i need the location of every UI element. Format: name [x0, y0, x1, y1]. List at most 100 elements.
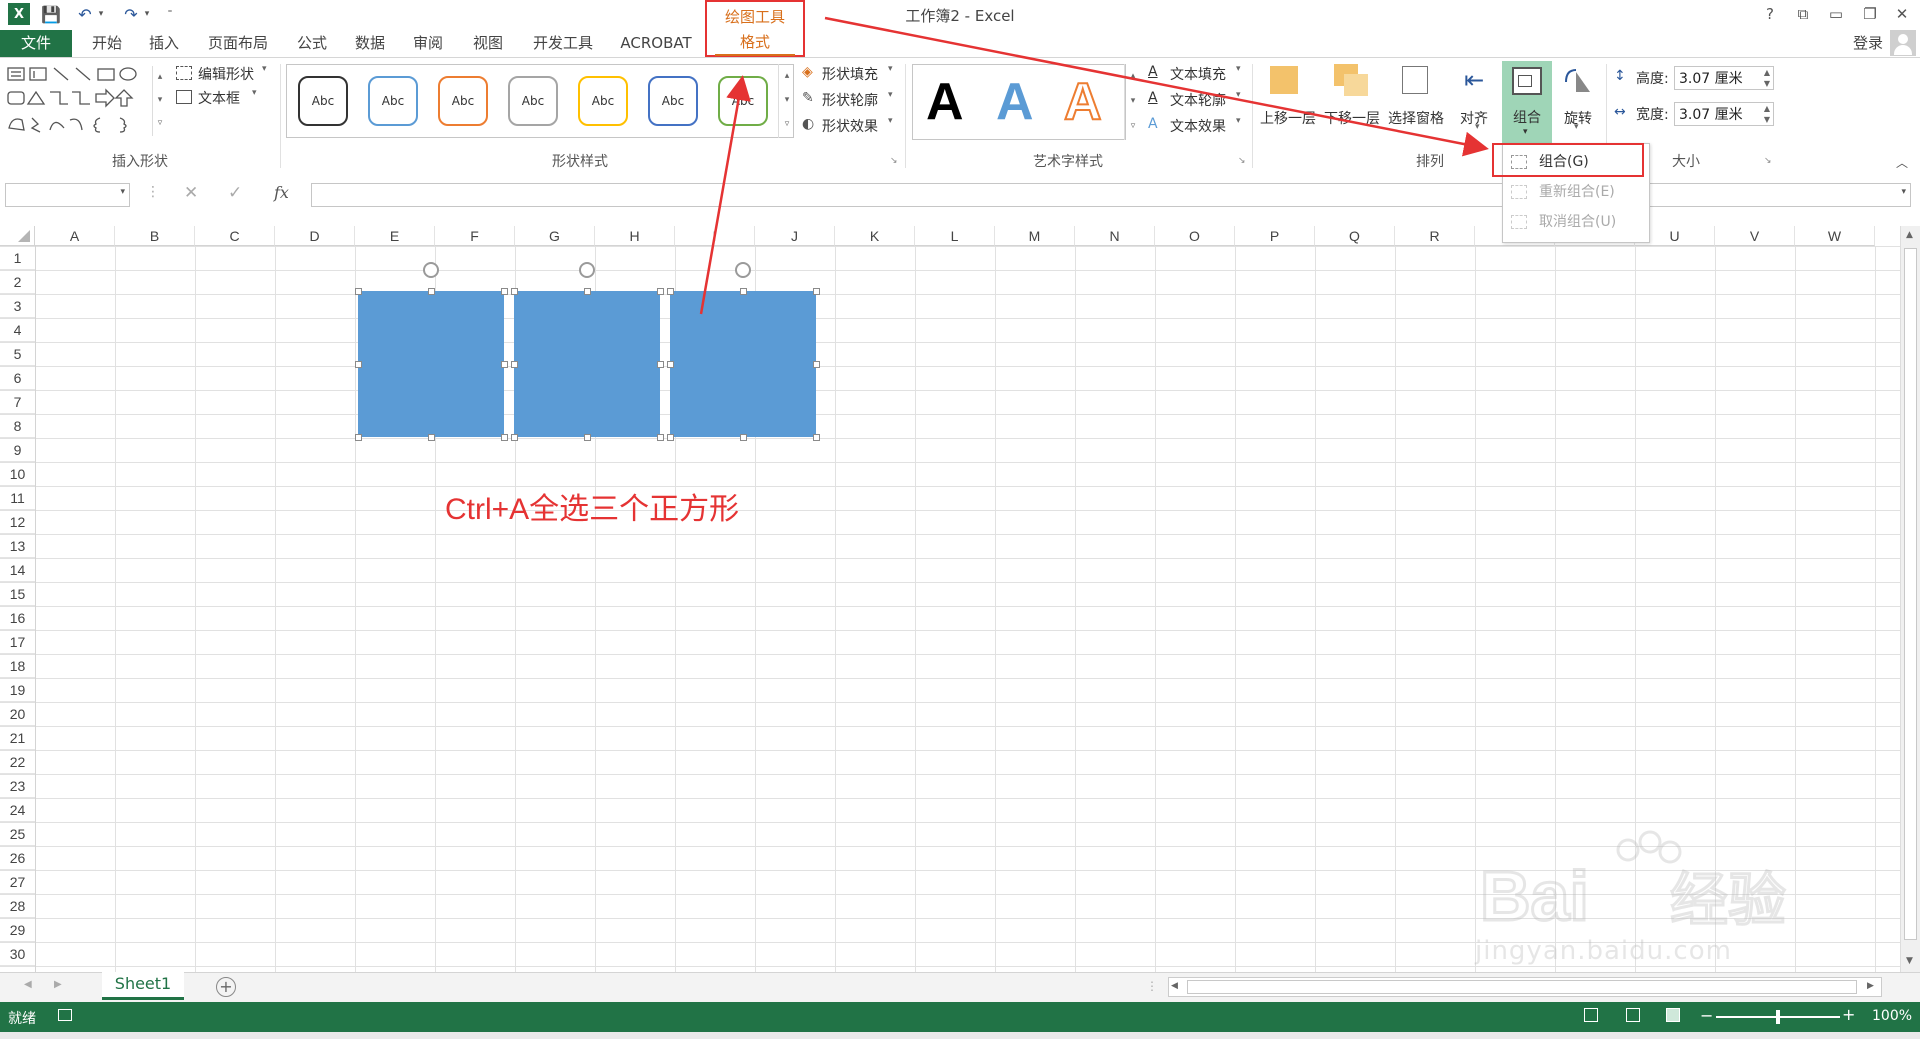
size-launcher-icon[interactable]: ↘	[1764, 156, 1772, 166]
align-button[interactable]: 对齐	[1452, 108, 1496, 128]
shape-style-3[interactable]: Abc	[438, 76, 488, 126]
prev-sheet-icon[interactable]: ◀	[24, 979, 32, 990]
send-backward-button[interactable]: 下移一层	[1320, 108, 1384, 128]
resize-handle[interactable]	[667, 288, 674, 295]
shape-style-7[interactable]: Abc	[718, 76, 768, 126]
resize-handle[interactable]	[501, 361, 508, 368]
tab-file[interactable]: 文件	[0, 30, 72, 57]
tab-home[interactable]: 开始	[82, 31, 132, 55]
row-header-25[interactable]: 25	[0, 822, 35, 846]
vertical-scroll-thumb[interactable]	[1904, 248, 1917, 940]
resize-handle[interactable]	[355, 361, 362, 368]
bring-forward-button[interactable]: 上移一层	[1256, 108, 1320, 128]
row-header-13[interactable]: 13	[0, 534, 35, 558]
shapes-gallery-scroll[interactable]: ▴ ▾ ▿	[152, 66, 167, 136]
user-avatar-icon[interactable]	[1890, 30, 1916, 56]
shape-fill-button[interactable]: 形状填充	[822, 64, 878, 84]
column-header-b[interactable]: B	[115, 226, 195, 246]
row-header-15[interactable]: 15	[0, 582, 35, 606]
row-header-30[interactable]: 30	[0, 942, 35, 966]
shape-style-4[interactable]: Abc	[508, 76, 558, 126]
text-outline-dropdown-icon[interactable]: ▾	[1236, 90, 1241, 100]
row-header-22[interactable]: 22	[0, 750, 35, 774]
column-header-r[interactable]: R	[1395, 226, 1475, 246]
resize-handle[interactable]	[355, 288, 362, 295]
tab-review[interactable]: 审阅	[406, 31, 450, 55]
wordart-launcher-icon[interactable]: ↘	[1238, 156, 1246, 166]
shape-fill-dropdown-icon[interactable]: ▾	[888, 64, 893, 74]
column-header-q[interactable]: Q	[1315, 226, 1395, 246]
text-effects-dropdown-icon[interactable]: ▾	[1236, 116, 1241, 126]
page-break-view-icon[interactable]	[1666, 1008, 1680, 1022]
shape-outline-dropdown-icon[interactable]: ▾	[888, 90, 893, 100]
zoom-in-icon[interactable]: +	[1842, 1005, 1855, 1024]
tab-developer[interactable]: 开发工具	[526, 31, 600, 55]
signin-link[interactable]: 登录	[1848, 31, 1888, 55]
row-header-14[interactable]: 14	[0, 558, 35, 582]
width-input[interactable]: 3.07 厘米 ▲ ▼	[1674, 102, 1774, 126]
edit-shape-button[interactable]: 编辑形状	[198, 64, 254, 84]
column-header-k[interactable]: K	[835, 226, 915, 246]
page-layout-view-icon[interactable]	[1626, 1008, 1640, 1022]
scroll-right-icon[interactable]: ▶	[1867, 981, 1874, 991]
resize-handle[interactable]	[355, 434, 362, 441]
textbox-button[interactable]: 文本框	[198, 88, 240, 108]
column-header-g[interactable]: G	[515, 226, 595, 246]
edit-shape-dropdown-icon[interactable]: ▾	[262, 64, 267, 74]
row-header-2[interactable]: 2	[0, 270, 35, 294]
shape-outline-button[interactable]: 形状轮廓	[822, 90, 878, 110]
menu-item-ungroup[interactable]: 取消组合(U)	[1503, 208, 1649, 236]
resize-handle[interactable]	[428, 434, 435, 441]
name-box-dropdown-icon[interactable]: ▾	[120, 187, 125, 197]
column-header-w[interactable]: W	[1795, 226, 1875, 246]
row-header-29[interactable]: 29	[0, 918, 35, 942]
row-header-7[interactable]: 7	[0, 390, 35, 414]
resize-handle[interactable]	[584, 288, 591, 295]
horizontal-scrollbar[interactable]: ◀ ▶	[1168, 977, 1882, 997]
shape-styles-scroll[interactable]: ▴ ▾ ▿	[778, 64, 795, 138]
zoom-slider-thumb[interactable]	[1776, 1010, 1780, 1024]
scroll-down-icon[interactable]: ▼	[1906, 956, 1913, 966]
wordart-scroll[interactable]: ▴ ▾ ▿	[1124, 64, 1141, 140]
tab-page-layout[interactable]: 页面布局	[200, 31, 276, 55]
resize-handle[interactable]	[740, 288, 747, 295]
row-header-28[interactable]: 28	[0, 894, 35, 918]
add-sheet-icon[interactable]: +	[216, 977, 236, 997]
resize-handle[interactable]	[667, 361, 674, 368]
column-header-e[interactable]: E	[355, 226, 435, 246]
shape-style-6[interactable]: Abc	[648, 76, 698, 126]
help-button[interactable]: ?	[1756, 3, 1784, 25]
text-fill-dropdown-icon[interactable]: ▾	[1236, 64, 1241, 74]
width-spinner-icon[interactable]: ▲ ▼	[1764, 103, 1770, 125]
row-header-20[interactable]: 20	[0, 702, 35, 726]
column-header-d[interactable]: D	[275, 226, 355, 246]
tab-data[interactable]: 数据	[348, 31, 392, 55]
textbox-dropdown-icon[interactable]: ▾	[252, 88, 257, 98]
rotate-handle-icon[interactable]	[735, 262, 751, 278]
scroll-left-icon[interactable]: ◀	[1171, 981, 1178, 991]
close-icon[interactable]: ✕	[1888, 3, 1916, 25]
text-effects-button[interactable]: 文本效果	[1170, 116, 1226, 136]
select-all-corner[interactable]	[0, 226, 35, 246]
wordart-style-2[interactable]: A	[996, 66, 1034, 138]
row-header-12[interactable]: 12	[0, 510, 35, 534]
tab-format[interactable]: 格式	[715, 30, 795, 56]
resize-handle[interactable]	[667, 434, 674, 441]
zoom-out-icon[interactable]: −	[1700, 1006, 1713, 1025]
next-sheet-icon[interactable]: ▶	[54, 979, 62, 990]
group-button[interactable]: 组合 ▾	[1502, 61, 1552, 143]
row-header-26[interactable]: 26	[0, 846, 35, 870]
square-shape-1[interactable]	[358, 291, 504, 437]
column-header-h[interactable]: H	[595, 226, 675, 246]
macro-record-icon[interactable]	[58, 1009, 72, 1021]
resize-handle[interactable]	[501, 434, 508, 441]
rotate-dropdown-icon[interactable]: ▾	[1574, 122, 1579, 132]
shape-effects-dropdown-icon[interactable]: ▾	[888, 116, 893, 126]
shapes-gallery[interactable]	[6, 66, 166, 138]
column-header-o[interactable]: O	[1155, 226, 1235, 246]
resize-handle[interactable]	[813, 434, 820, 441]
row-header-4[interactable]: 4	[0, 318, 35, 342]
restore-icon[interactable]: ❐	[1856, 3, 1884, 25]
row-header-5[interactable]: 5	[0, 342, 35, 366]
text-outline-button[interactable]: 文本轮廓	[1170, 90, 1226, 110]
